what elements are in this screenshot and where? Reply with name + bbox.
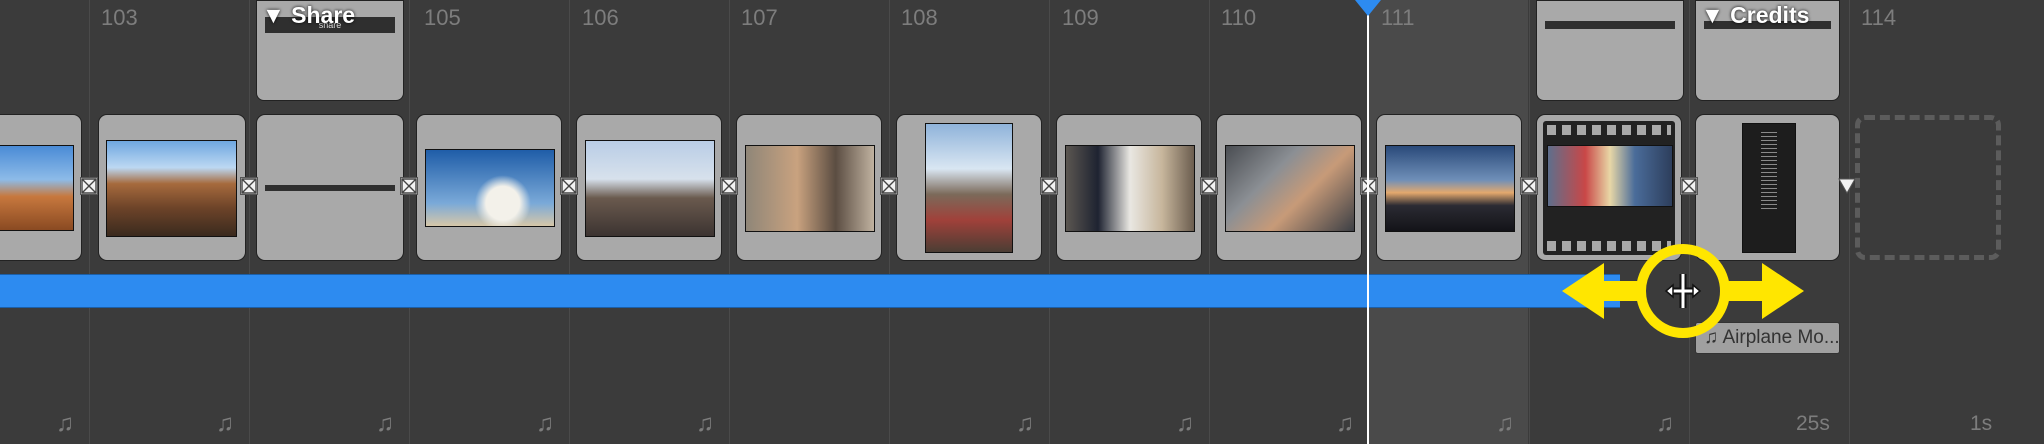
column-divider (889, 0, 890, 444)
video-clip[interactable] (1216, 114, 1362, 261)
transition-icon[interactable] (560, 177, 578, 195)
transition-icon[interactable] (400, 177, 418, 195)
empty-drop-slot[interactable] (1855, 115, 2001, 260)
column-divider (1849, 0, 1850, 444)
video-clip[interactable] (736, 114, 882, 261)
music-note-icon: ♫ (1336, 410, 1354, 437)
slot-number: 114 (1861, 5, 1897, 30)
column-divider (569, 0, 570, 444)
music-note-icon: ♫ (56, 410, 74, 437)
column-divider (1529, 0, 1530, 444)
column-divider (409, 0, 410, 444)
transition-icon[interactable] (240, 177, 258, 195)
column-divider (1689, 0, 1690, 444)
video-clip[interactable] (98, 114, 246, 261)
slot-number: 107 (741, 5, 778, 30)
column-divider (1049, 0, 1050, 444)
clip-thumbnail (1547, 145, 1673, 207)
transition-icon[interactable] (1200, 177, 1218, 195)
resize-cursor-icon (1664, 274, 1702, 308)
music-note-icon: ♫ (216, 410, 234, 437)
title-clip-video[interactable] (256, 114, 404, 261)
clip-thumbnail (1385, 145, 1515, 232)
clip-thumbnail (1065, 145, 1195, 232)
slot-number: 106 (582, 5, 619, 30)
transition-icon[interactable] (1360, 177, 1378, 195)
column-divider (89, 0, 90, 444)
slot-number: 103 (101, 5, 138, 30)
credits-heading: ▼ Credits (1701, 2, 1810, 28)
transition-icon[interactable] (1520, 177, 1538, 195)
clip-thumbnail (425, 149, 555, 227)
clip-thumbnail (585, 140, 715, 237)
share-heading: ▼ Share (262, 2, 356, 28)
slot-number: 110 (1221, 5, 1257, 30)
transition-icon[interactable] (880, 177, 898, 195)
music-note-icon: ♫ (376, 410, 394, 437)
clip-thumbnail (925, 123, 1013, 253)
title-text-bar (1545, 21, 1675, 29)
column-divider (249, 0, 250, 444)
title-text-line (265, 185, 395, 191)
video-clip[interactable] (1376, 114, 1522, 261)
film-sprockets (1547, 125, 1671, 135)
slot-number: 105 (424, 5, 461, 30)
music-note-icon: ♫ (1656, 410, 1674, 437)
slot-number: 109 (1062, 5, 1099, 30)
video-clip[interactable] (416, 114, 562, 261)
playhead-marker-icon[interactable] (1355, 0, 1381, 16)
film-strip (1543, 121, 1675, 255)
clip-thumbnail (106, 140, 237, 237)
music-note-icon: ♫ (1016, 410, 1034, 437)
clip-thumbnail (745, 145, 875, 232)
credits-thumbnail (1742, 123, 1796, 253)
transition-icon[interactable] (1680, 177, 1698, 195)
transition-icon[interactable] (1838, 177, 1856, 195)
video-clip[interactable] (1056, 114, 1202, 261)
credits-text-lines (1761, 132, 1777, 212)
slot-number: 108 (901, 5, 938, 30)
slot-number: 111 (1381, 5, 1415, 30)
duration-label: 1s (1970, 412, 1993, 435)
video-clip[interactable] (896, 114, 1042, 261)
transition-icon[interactable] (80, 177, 98, 195)
title-clip-112[interactable] (1536, 0, 1684, 101)
music-note-icon: ♫ (1496, 410, 1514, 437)
music-note-icon: ♫ (1176, 410, 1194, 437)
transition-icon[interactable] (720, 177, 738, 195)
transition-icon[interactable] (1040, 177, 1058, 195)
column-divider (1209, 0, 1210, 444)
clip-thumbnail (1225, 145, 1355, 232)
music-note-icon: ♫ (536, 410, 554, 437)
playhead-line[interactable] (1367, 0, 1369, 444)
video-clip[interactable] (0, 114, 82, 261)
video-clip[interactable] (576, 114, 722, 261)
clip-thumbnail (0, 145, 74, 231)
duration-label: 25s (1796, 412, 1830, 435)
background-music-track[interactable] (0, 274, 1620, 308)
column-divider (729, 0, 730, 444)
music-note-icon: ♫ (696, 410, 714, 437)
